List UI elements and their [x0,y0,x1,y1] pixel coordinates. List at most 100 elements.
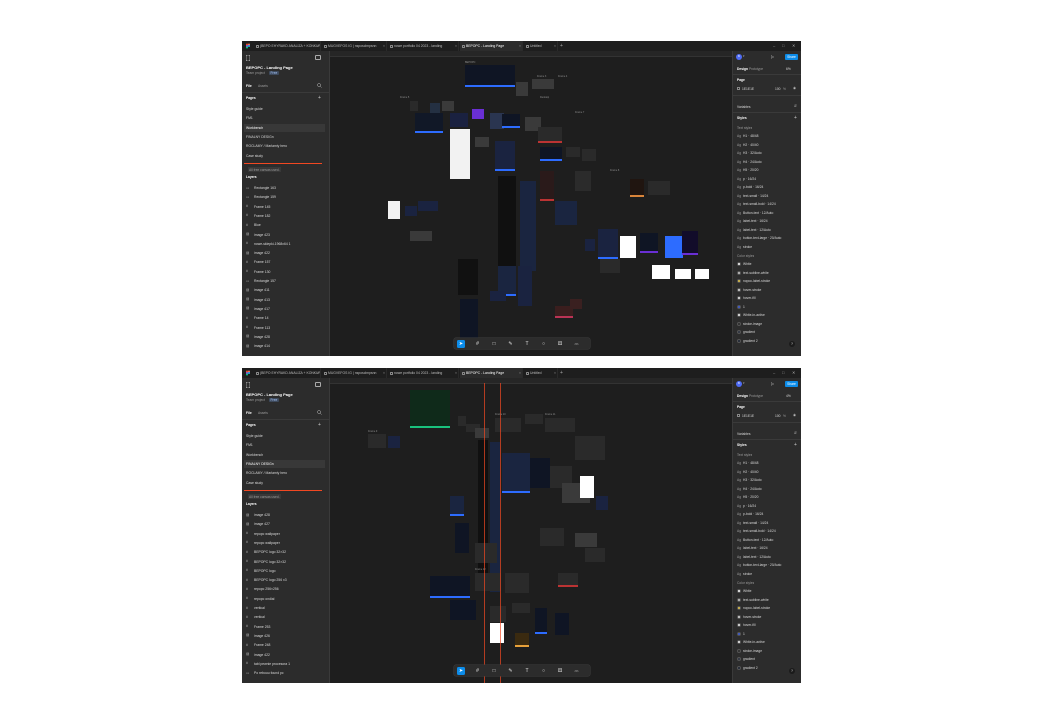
user-avatar[interactable]: B [736,381,742,387]
canvas-frame-thumbnail[interactable] [490,291,506,301]
present-icon[interactable]: ▷ [771,381,774,386]
text-style-item[interactable]: Ag H5 · 20/20 [737,166,799,175]
close-tab-icon[interactable]: × [519,41,521,51]
page-item[interactable]: FM1 [246,441,324,449]
layer-row[interactable]: ▭ Rectangle 163 [246,184,326,192]
new-tab-button[interactable]: + [560,41,563,51]
zoom-level[interactable]: 4% [786,394,791,398]
canvas-frame-thumbnail[interactable] [415,113,443,133]
layer-row[interactable]: ▨ image 423 [246,231,326,239]
page-item[interactable]: FINALNY DESIGn [246,133,324,141]
text-style-item[interactable]: Ag H1 · 48/48 [737,132,799,141]
text-style-item[interactable]: Ag stroke [737,570,799,579]
text-style-item[interactable]: Ag text-small · 14/24 [737,519,799,528]
text-style-item[interactable]: Ag H2 · 40/40 [737,141,799,150]
text-style-item[interactable]: Ag Button-text · 12/Auto [737,536,799,545]
canvas-frame-thumbnail[interactable] [475,137,489,147]
page-item[interactable]: Workbench [244,123,325,132]
shape-tool-icon[interactable]: □ [490,340,498,348]
canvas-frame-thumbnail[interactable] [575,436,605,460]
close-tab-icon[interactable]: × [383,368,385,378]
close-tab-icon[interactable]: × [455,368,457,378]
file-tab-1[interactable]: MUGVEFOS IG | nsposclmpsnn × [322,41,387,51]
canvas-frame-thumbnail[interactable] [458,416,466,426]
page-color-value[interactable]: 1E1E1E [742,87,754,91]
layer-row[interactable]: # repopc ondial [246,595,326,603]
layer-row[interactable]: # BEPOPC logo [246,567,326,575]
layer-row[interactable]: # tabl pewnie procesora 1 [246,660,326,668]
page-item[interactable]: FINALNY DESIGn [244,459,325,468]
chevron-down-icon[interactable]: ▾ [743,54,745,58]
close-tab-icon[interactable]: × [519,368,521,378]
canvas-frame-thumbnail[interactable] [620,236,636,258]
pages-layers-divider[interactable] [244,163,322,164]
frame-name-label[interactable]: Frame 5 [400,96,409,99]
text-style-item[interactable]: Ag H4 · 24/Auto [737,485,799,494]
move-tool-icon[interactable]: ➤ [457,339,465,348]
color-style-item[interactable]: text-subline-white [737,269,799,278]
dev-mode-tool-icon[interactable]: </> [573,667,581,675]
file-title[interactable]: BEPOPC - Landing Page [246,392,293,397]
layer-row[interactable]: # nowe-sklepki-1968x64 1 [246,240,326,248]
layer-row[interactable]: ▭ Rectangle 157 [246,277,326,285]
file-tab-3[interactable]: BEPOPC - Landing Page × [460,368,523,378]
variables-heading[interactable]: Variables [737,105,751,109]
color-style-item[interactable]: White [737,260,799,269]
text-style-item[interactable]: Ag label-text · 12/Auto [737,553,799,562]
canvas-frame-thumbnail[interactable] [538,127,562,143]
frame-name-label[interactable]: Frame 11 [545,413,556,416]
file-tab-1[interactable]: MUGVEFOS IG | nsposclmpsnn × [322,368,387,378]
color-style-item[interactable]: hover-stroke [737,286,799,295]
search-icon[interactable] [317,83,322,88]
canvas-frame-thumbnail[interactable] [498,176,516,276]
close-tab-icon[interactable]: × [317,41,319,51]
text-style-item[interactable]: Ag button-text-large · 20/Auto [737,561,799,570]
layer-row[interactable]: # Frame 157 [246,258,326,266]
close-window-button[interactable]: ✕ [792,368,795,378]
minimize-button[interactable]: – [773,41,775,51]
color-style-item[interactable]: nopoc-label-stroke [737,277,799,286]
layer-row[interactable]: # repopc 256×256 [246,585,326,593]
frame-tool-icon[interactable]: # [474,667,482,675]
canvas-frame-thumbnail[interactable] [450,129,470,179]
canvas-frame-thumbnail[interactable] [490,623,504,643]
comment-tool-icon[interactable]: ○ [540,667,548,675]
text-style-item[interactable]: Ag text-small-bold · 14/24 [737,527,799,536]
help-button[interactable]: ? [789,668,795,674]
page-color-swatch[interactable] [737,414,740,417]
new-tab-button[interactable]: + [560,368,563,378]
canvas-frame-thumbnail[interactable] [465,65,515,87]
move-tool-icon[interactable]: ➤ [457,666,465,675]
canvas-frame-thumbnail[interactable] [682,231,698,255]
canvas-frame-thumbnail[interactable] [512,603,530,613]
text-style-item[interactable]: Ag H1 · 48/48 [737,459,799,468]
text-style-item[interactable]: Ag label-text · 12/Auto [737,226,799,235]
search-icon[interactable] [317,410,322,415]
zoom-level[interactable]: 6% [786,67,791,71]
layer-row[interactable]: # repopc wallpaper [246,539,326,547]
file-tab-0[interactable]: (BEPO EHYRAKD ANALIZA + KONKUR × [254,41,321,51]
file-tab-2[interactable]: nowe portfolio 04 2023 - landing × [388,41,459,51]
color-style-item[interactable]: gradient [737,328,799,337]
text-style-item[interactable]: Ag button-text-large · 20/Auto [737,234,799,243]
canvas-frame-thumbnail[interactable] [582,149,596,161]
layer-row[interactable]: # Frame 253 [246,623,326,631]
text-style-item[interactable]: Ag text-small-bold · 14/24 [737,200,799,209]
canvas-frame-thumbnail[interactable] [490,442,500,592]
canvas-frame-thumbnail[interactable] [525,414,543,424]
maximize-button[interactable]: □ [782,368,784,378]
design-canvas[interactable]: BEPOPC Frame 3 Frame 4 Frame 5 Desktop Frame … [330,51,732,356]
figma-logo-icon[interactable] [245,381,251,389]
layer-row[interactable]: # Frame 130 [246,268,326,276]
canvas-frame-thumbnail[interactable] [520,181,536,271]
add-page-icon[interactable]: + [318,95,321,101]
canvas-frame-thumbnail[interactable] [388,201,400,219]
color-style-item[interactable]: text-subline-white [737,596,799,605]
variables-heading[interactable]: Variables [737,432,751,436]
layer-row[interactable]: ▨ image 428 [246,511,326,519]
layer-row[interactable]: ▨ image 422 [246,651,326,659]
user-avatar[interactable]: B [736,54,742,60]
present-icon[interactable]: ▷ [771,54,774,59]
layer-row[interactable]: ▭ Rectangle 159 [246,193,326,201]
layer-row[interactable]: ▨ image 411 [246,286,326,294]
